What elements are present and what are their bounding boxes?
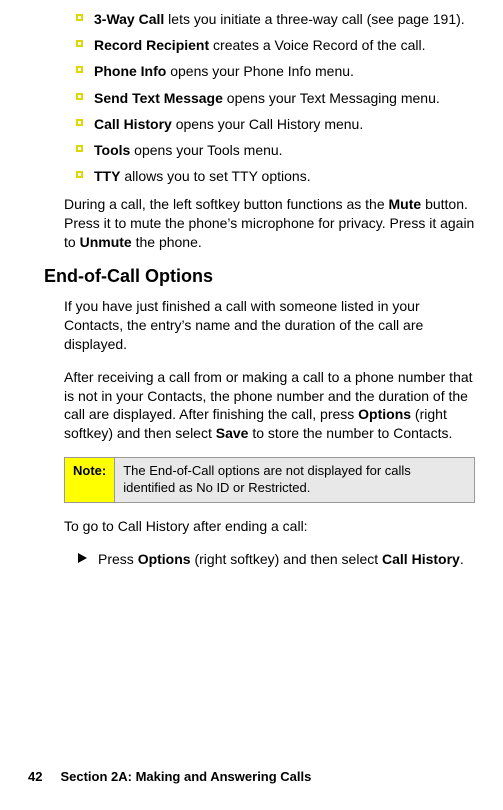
footer-section: Section 2A: Making and Answering Calls	[60, 769, 311, 784]
save-term: Save	[216, 425, 249, 441]
list-item: Tools opens your Tools menu.	[76, 141, 475, 159]
desc: allows you to set TTY options.	[120, 168, 310, 184]
desc: opens your Phone Info menu.	[166, 63, 354, 79]
desc: creates a Voice Record of the call.	[209, 37, 425, 53]
term: 3-Way Call	[94, 11, 164, 27]
procedure-step: Press Options (right softkey) and then s…	[78, 550, 475, 569]
options-term: Options	[358, 406, 411, 422]
desc: opens your Tools menu.	[130, 142, 282, 158]
unmute-term: Unmute	[80, 234, 132, 250]
list-item: 3-Way Call lets you initiate a three-way…	[76, 10, 475, 28]
eoc-para-2: After receiving a call from or making a …	[64, 368, 475, 444]
mute-term: Mute	[389, 196, 422, 212]
list-item: Phone Info opens your Phone Info menu.	[76, 62, 475, 80]
desc: opens your Text Messaging menu.	[223, 90, 440, 106]
text: Press	[98, 551, 138, 567]
text: During a call, the left softkey button f…	[64, 196, 389, 212]
term: Record Recipient	[94, 37, 209, 53]
desc: opens your Call History menu.	[172, 116, 363, 132]
eoc-para-1: If you have just finished a call with so…	[64, 297, 475, 354]
text: .	[460, 551, 464, 567]
page: 3-Way Call lets you initiate a three-way…	[0, 0, 503, 810]
section-heading: End-of-Call Options	[44, 266, 475, 287]
list-item: Record Recipient creates a Voice Record …	[76, 36, 475, 54]
list-item: Call History opens your Call History men…	[76, 115, 475, 133]
list-item: Send Text Message opens your Text Messag…	[76, 89, 475, 107]
text: to store the number to Contacts.	[248, 425, 452, 441]
page-number: 42	[28, 769, 42, 784]
note-label: Note:	[65, 458, 115, 502]
term: Tools	[94, 142, 130, 158]
term: Send Text Message	[94, 90, 223, 106]
to-go-para: To go to Call History after ending a cal…	[64, 517, 475, 536]
term: Call History	[94, 116, 172, 132]
text: the phone.	[132, 234, 202, 250]
note-box: Note: The End-of-Call options are not di…	[64, 457, 475, 503]
text: (right softkey) and then select	[191, 551, 382, 567]
page-footer: 42 Section 2A: Making and Answering Calls	[28, 769, 311, 784]
term: Phone Info	[94, 63, 166, 79]
desc: lets you initiate a three-way call (see …	[164, 11, 464, 27]
list-item: TTY allows you to set TTY options.	[76, 167, 475, 185]
procedure-list: Press Options (right softkey) and then s…	[78, 550, 475, 569]
call-history-term: Call History	[382, 551, 460, 567]
feature-bullet-list: 3-Way Call lets you initiate a three-way…	[76, 10, 475, 185]
during-call-para: During a call, the left softkey button f…	[64, 195, 475, 252]
note-body: The End-of-Call options are not displaye…	[115, 458, 474, 502]
term: TTY	[94, 168, 120, 184]
options-term: Options	[138, 551, 191, 567]
